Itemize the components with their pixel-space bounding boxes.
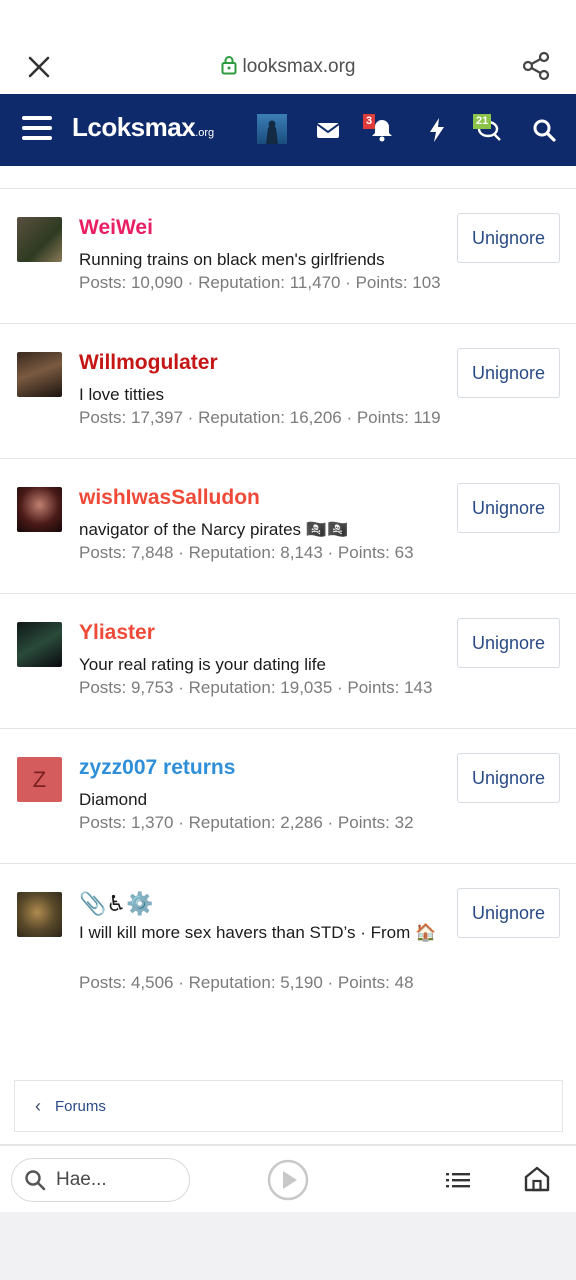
member-title: Diamond <box>79 790 148 809</box>
unignore-button[interactable]: Unignore <box>457 483 560 533</box>
avatar[interactable] <box>17 352 62 397</box>
share-icon[interactable] <box>520 50 552 82</box>
avatar-figure-icon <box>266 120 278 144</box>
site-header: Lcoksmax.org 3 21 <box>0 94 576 166</box>
member-stats: Posts: 7,848 · Reputation: 8,143 · Point… <box>79 543 414 562</box>
breadcrumb-label: Forums <box>55 1097 106 1115</box>
list-item: 📎♿⚙️ I will kill more sex havers than ST… <box>0 864 576 1044</box>
address-bar[interactable]: looksmax.org <box>0 55 576 78</box>
menu-icon[interactable] <box>22 116 52 142</box>
list-item: WeiWei Running trains on black men's gir… <box>0 189 576 324</box>
avatar-letter: Z <box>32 766 47 792</box>
member-name[interactable]: wishIwasSalludon <box>79 486 260 510</box>
list-item: Z zyzz007 returns Diamond Posts: 1,370 ·… <box>0 729 576 864</box>
member-stats: Posts: 1,370 · Reputation: 2,286 · Point… <box>79 813 414 832</box>
inbox-icon[interactable] <box>312 114 344 146</box>
bottom-toolbar: Hae... <box>0 1144 576 1212</box>
member-stats: Posts: 4,506 · Reputation: 5,190 · Point… <box>79 973 414 992</box>
search-icon[interactable] <box>528 114 560 146</box>
member-title: I love titties <box>79 385 165 404</box>
member-title: navigator of the Narcy pirates 🏴‍☠️🏴‍☠️ <box>79 520 349 539</box>
member-title: I will kill more sex havers than STD’s ·… <box>79 923 437 942</box>
logo-suffix: .org <box>195 127 215 139</box>
search-icon <box>25 1170 46 1191</box>
list-icon[interactable] <box>444 1168 472 1192</box>
unignore-button[interactable]: Unignore <box>457 213 560 263</box>
lightning-icon[interactable] <box>421 114 453 146</box>
unignore-button[interactable]: Unignore <box>457 888 560 938</box>
list-item: wishIwasSalludon navigator of the Narcy … <box>0 459 576 594</box>
url-text: looksmax.org <box>242 56 356 77</box>
user-avatar[interactable] <box>257 114 287 144</box>
member-name[interactable]: zyzz007 returns <box>79 756 235 780</box>
avatar[interactable] <box>17 487 62 532</box>
chevron-left-icon: ‹ <box>35 1095 41 1116</box>
avatar[interactable] <box>17 622 62 667</box>
page: looksmax.org Lcoksmax.org 3 21 WeiWei Ru… <box>0 0 576 1280</box>
unignore-button[interactable]: Unignore <box>457 753 560 803</box>
ignored-members-list: WeiWei Running trains on black men's gir… <box>0 166 576 1144</box>
avatar[interactable] <box>17 892 62 937</box>
list-item: Willmogulater I love titties Posts: 17,3… <box>0 324 576 459</box>
member-title: Your real rating is your dating life <box>79 655 326 674</box>
list-item: Yliaster Your real rating is your dating… <box>0 594 576 729</box>
lock-icon <box>221 56 236 75</box>
search-input[interactable]: Hae... <box>11 1158 190 1202</box>
home-icon[interactable] <box>522 1164 552 1194</box>
play-icon[interactable] <box>267 1159 309 1201</box>
unignore-button[interactable]: Unignore <box>457 348 560 398</box>
member-name[interactable]: 📎♿⚙️ <box>79 891 154 917</box>
system-area <box>0 1212 576 1280</box>
member-name[interactable]: WeiWei <box>79 216 153 240</box>
member-stats: Posts: 10,090 · Reputation: 11,470 · Poi… <box>79 273 441 292</box>
member-title: Running trains on black men's girlfriend… <box>79 250 385 269</box>
member-name[interactable]: Willmogulater <box>79 351 218 375</box>
unignore-button[interactable]: Unignore <box>457 618 560 668</box>
conversations-badge: 21 <box>473 114 492 129</box>
avatar[interactable]: Z <box>17 757 62 802</box>
breadcrumb[interactable]: ‹ Forums <box>14 1080 563 1132</box>
site-logo[interactable]: Lcoksmax.org <box>72 112 214 143</box>
member-name[interactable]: Yliaster <box>79 621 155 645</box>
avatar[interactable] <box>17 217 62 262</box>
search-text: Hae... <box>56 1169 107 1190</box>
logo-text: Lcoksmax <box>72 112 196 142</box>
alerts-badge: 3 <box>363 114 376 129</box>
member-stats: Posts: 17,397 · Reputation: 16,206 · Poi… <box>79 408 441 427</box>
member-stats: Posts: 9,753 · Reputation: 19,035 · Poin… <box>79 678 433 697</box>
browser-toolbar: looksmax.org <box>0 0 576 94</box>
